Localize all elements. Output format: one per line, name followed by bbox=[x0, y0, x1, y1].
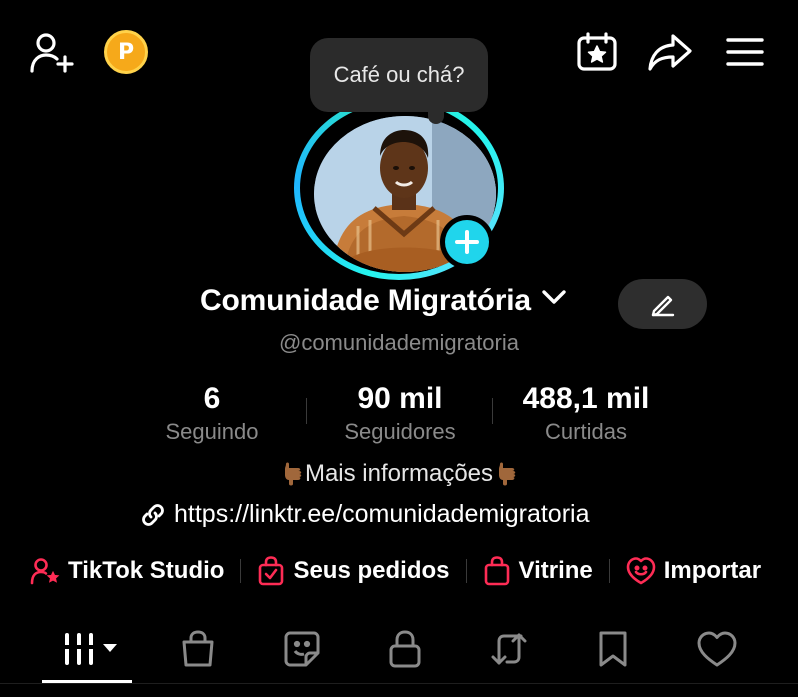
stat-value: 6 bbox=[203, 382, 221, 415]
stat-likes[interactable]: 488,1 mil Curtidas bbox=[506, 380, 666, 446]
shopping-bag-icon bbox=[484, 556, 509, 586]
add-friend-icon[interactable] bbox=[28, 30, 78, 74]
bio: Mais informações bbox=[0, 460, 798, 488]
user-star-icon bbox=[30, 558, 60, 585]
lock-icon bbox=[389, 630, 421, 668]
chevron-down-icon bbox=[542, 290, 566, 304]
coin-icon[interactable]: P bbox=[104, 30, 148, 74]
stat-label: Curtidas bbox=[545, 419, 627, 444]
coin-letter: P bbox=[117, 39, 135, 65]
shopping-bag-icon bbox=[182, 630, 214, 667]
stat-followers[interactable]: 90 mil Seguidores bbox=[330, 380, 470, 446]
shortcut-label: TikTok Studio bbox=[68, 557, 225, 584]
tab-favorites[interactable] bbox=[588, 626, 638, 672]
shortcut-label: Vitrine bbox=[518, 557, 593, 584]
shortcuts-row: TikTok Studio Seus pedidos Vitrine Impor… bbox=[30, 556, 761, 586]
profile-link-text: https://linktr.ee/comunidademigratoria bbox=[174, 500, 590, 528]
divider bbox=[608, 559, 610, 583]
bag-check-icon bbox=[259, 556, 284, 586]
stat-value: 488,1 mil bbox=[522, 382, 650, 415]
tooltip[interactable]: Café ou chá? bbox=[310, 38, 488, 112]
divider bbox=[465, 559, 467, 583]
tab-reposts[interactable] bbox=[484, 626, 534, 672]
stat-label: Seguindo bbox=[165, 419, 259, 444]
shortcut-label: Importar bbox=[663, 557, 762, 584]
tab-liked[interactable] bbox=[690, 626, 744, 672]
share-icon[interactable] bbox=[646, 30, 694, 74]
repost-icon bbox=[491, 633, 527, 665]
profile-link[interactable]: https://linktr.ee/comunidademigratoria bbox=[140, 500, 590, 529]
divider bbox=[240, 559, 242, 583]
stat-following[interactable]: 6 Seguindo bbox=[150, 380, 274, 446]
menu-icon[interactable] bbox=[722, 32, 768, 72]
tab-videos[interactable] bbox=[50, 626, 126, 672]
shortcut-orders[interactable]: Seus pedidos bbox=[257, 556, 450, 586]
stat-label: Seguidores bbox=[344, 419, 456, 444]
divider bbox=[306, 398, 307, 424]
add-story-button[interactable] bbox=[440, 215, 494, 269]
pointing-down-hand-icon bbox=[499, 462, 516, 486]
sticker-icon bbox=[284, 631, 320, 667]
tooltip-text: Café ou chá? bbox=[333, 62, 465, 87]
videos-grid-icon bbox=[59, 633, 117, 665]
stat-value: 90 mil bbox=[357, 382, 443, 415]
pencil-icon bbox=[651, 295, 674, 317]
shortcut-tiktok-studio[interactable]: TikTok Studio bbox=[30, 557, 224, 585]
pointing-down-hand-icon bbox=[284, 462, 302, 486]
tab-stickers[interactable] bbox=[276, 626, 328, 672]
profile-handle: @comunidademigratoria bbox=[278, 330, 519, 355]
divider bbox=[0, 683, 798, 684]
heart-chat-icon bbox=[626, 557, 656, 585]
calendar-star-icon[interactable] bbox=[574, 30, 620, 74]
profile-name[interactable]: Comunidade Migratória bbox=[200, 284, 567, 318]
bio-text: Mais informações bbox=[304, 460, 494, 487]
divider bbox=[492, 398, 493, 424]
edit-profile-button[interactable] bbox=[618, 279, 707, 329]
profile-name-text: Comunidade Migratória bbox=[200, 284, 531, 317]
shortcut-showcase[interactable]: Vitrine bbox=[483, 556, 593, 586]
shortcut-import[interactable]: Importar bbox=[626, 556, 761, 586]
tab-shop[interactable] bbox=[172, 626, 224, 672]
shortcut-label: Seus pedidos bbox=[293, 557, 450, 584]
heart-icon bbox=[697, 631, 737, 667]
tab-private[interactable] bbox=[380, 626, 430, 672]
plus-icon bbox=[455, 230, 479, 254]
link-icon bbox=[142, 503, 164, 526]
bookmark-icon bbox=[599, 631, 627, 667]
